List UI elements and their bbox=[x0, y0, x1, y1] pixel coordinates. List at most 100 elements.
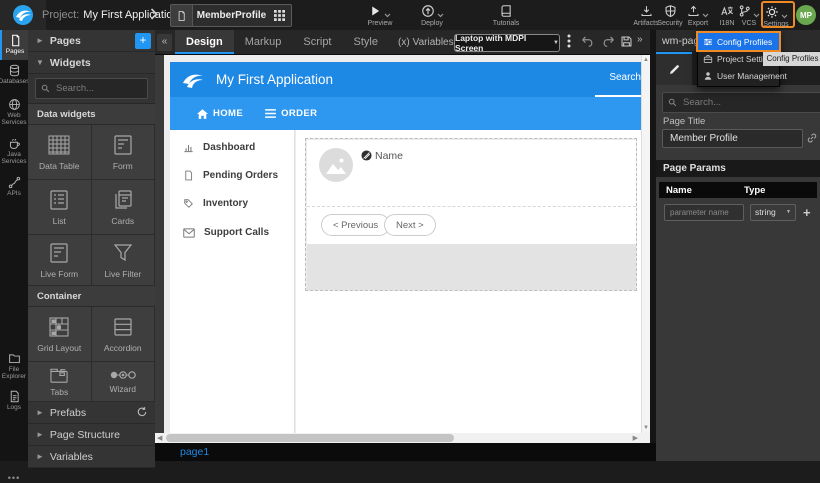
pages-section-header[interactable]: ► Pages + bbox=[28, 30, 155, 52]
name-field-label[interactable]: Name bbox=[375, 150, 403, 162]
list-widget[interactable]: Name < Previous Next > bbox=[305, 138, 637, 291]
collapse-panel-button[interactable]: « bbox=[157, 34, 172, 51]
menu-item-inventory[interactable]: Inventory bbox=[183, 198, 248, 209]
redo-icon[interactable] bbox=[602, 35, 616, 48]
tutorials-button[interactable]: Tutorials bbox=[486, 3, 526, 27]
sidebar-item-file-explorer[interactable]: File Explorer bbox=[0, 352, 28, 380]
widget-wizard[interactable]: Wizard bbox=[92, 362, 156, 402]
chevron-right-icon: ► bbox=[36, 430, 44, 439]
page-selector[interactable]: MemberProfile bbox=[170, 4, 292, 27]
hamburger-icon bbox=[265, 109, 276, 118]
undo-icon[interactable] bbox=[580, 35, 594, 48]
sidebar-item-logs[interactable]: Logs bbox=[0, 390, 28, 411]
shield-icon bbox=[664, 4, 677, 18]
canvas-horizontal-scrollbar[interactable]: ◀ ▶ bbox=[155, 433, 650, 443]
preview-label: Preview bbox=[368, 20, 393, 27]
menu-item-dashboard[interactable]: Dashboard bbox=[183, 142, 255, 153]
widget-group-title: Container bbox=[28, 286, 155, 307]
chevron-down-icon[interactable] bbox=[781, 14, 788, 19]
wavemaker-logo[interactable] bbox=[0, 0, 46, 30]
search-icon bbox=[668, 98, 677, 107]
tab-script[interactable]: Script bbox=[292, 30, 342, 54]
expand-panel-button[interactable]: » bbox=[637, 34, 643, 45]
chevron-right-icon: ► bbox=[36, 452, 44, 461]
page-title-input[interactable] bbox=[662, 129, 803, 148]
wavemaker-logo-icon bbox=[12, 4, 34, 26]
scroll-up-icon[interactable]: ▲ bbox=[643, 57, 649, 63]
image-placeholder[interactable] bbox=[319, 148, 353, 182]
app-search-link[interactable]: Search bbox=[609, 72, 641, 83]
book-icon bbox=[500, 4, 513, 18]
widgets-section-header[interactable]: ▼ Widgets bbox=[28, 52, 155, 74]
refresh-icon[interactable] bbox=[136, 406, 148, 418]
caret-down-icon: ▼ bbox=[553, 40, 559, 46]
save-icon[interactable] bbox=[620, 35, 633, 48]
widget-live-filter[interactable]: Live Filter bbox=[92, 235, 156, 286]
previous-button[interactable]: < Previous bbox=[321, 214, 390, 236]
scrollbar-thumb[interactable] bbox=[166, 434, 454, 442]
picture-icon bbox=[325, 156, 347, 174]
kebab-menu-icon[interactable] bbox=[567, 33, 571, 49]
chevron-down-icon: ▼ bbox=[36, 58, 44, 67]
nav-order[interactable]: ORDER bbox=[265, 108, 317, 119]
add-param-button[interactable]: + bbox=[803, 205, 811, 220]
app-navbar: HOME ORDER bbox=[170, 97, 641, 130]
page-selector-label: MemberProfile bbox=[193, 10, 270, 21]
list-item[interactable]: Name bbox=[307, 140, 636, 207]
page-params-section-header[interactable]: Page Params bbox=[656, 160, 820, 177]
widget-tabs[interactable]: Tabs bbox=[28, 362, 92, 402]
search-icon bbox=[41, 84, 50, 93]
variables-section-header[interactable]: ► Variables bbox=[28, 446, 155, 468]
widget-accordion[interactable]: Accordion bbox=[92, 307, 156, 362]
bind-property-icon[interactable] bbox=[806, 132, 818, 144]
settings-button[interactable]: Settings bbox=[761, 4, 791, 28]
chevron-down-icon[interactable] bbox=[753, 13, 760, 18]
properties-search-input[interactable] bbox=[681, 96, 819, 109]
vcs-label: VCS bbox=[742, 20, 756, 27]
menu-item-config-profiles[interactable]: Config Profiles bbox=[698, 33, 779, 50]
widget-live-form[interactable]: Live Form bbox=[28, 235, 92, 286]
prefabs-section-header[interactable]: ► Prefabs bbox=[28, 402, 155, 424]
deploy-button[interactable]: Deploy bbox=[412, 3, 452, 27]
widget-cards[interactable]: Cards bbox=[92, 180, 156, 235]
sidebar-item-apis[interactable]: APIs bbox=[0, 176, 28, 197]
properties-panel: wm-page: Page Title Page Params Name Typ… bbox=[656, 30, 820, 461]
grid-icon[interactable] bbox=[270, 10, 291, 21]
widget-search-input[interactable] bbox=[54, 82, 142, 95]
properties-search bbox=[662, 92, 820, 113]
page-structure-section-header[interactable]: ► Page Structure bbox=[28, 424, 155, 446]
widget-data-table[interactable]: Data Table bbox=[28, 125, 92, 180]
device-select[interactable]: Laptop with MDPI Screen ▼ bbox=[454, 34, 560, 52]
scroll-down-icon[interactable]: ▼ bbox=[643, 425, 649, 431]
widget-list[interactable]: List bbox=[28, 180, 92, 235]
scroll-left-icon[interactable]: ◀ bbox=[157, 434, 162, 443]
sidebar-item-web-services[interactable]: Web Services bbox=[0, 98, 28, 126]
next-button[interactable]: Next > bbox=[384, 214, 436, 236]
tab-design[interactable]: Design bbox=[175, 30, 234, 54]
nav-home[interactable]: HOME bbox=[197, 108, 243, 119]
param-type-select[interactable]: string ▼ bbox=[750, 204, 796, 221]
chevron-down-icon[interactable] bbox=[437, 13, 444, 18]
tab-markup[interactable]: Markup bbox=[234, 30, 293, 54]
more-options-icon[interactable]: ••• bbox=[0, 473, 28, 483]
tab-style[interactable]: Style bbox=[343, 30, 389, 54]
param-name-input[interactable] bbox=[664, 204, 744, 221]
menu-item-support-calls[interactable]: Support Calls bbox=[183, 227, 269, 238]
page-tab[interactable]: page1 bbox=[180, 446, 209, 458]
menu-item-pending-orders[interactable]: Pending Orders bbox=[183, 170, 278, 181]
sidebar-item-pages[interactable]: Pages bbox=[0, 30, 28, 60]
sidebar-item-java-services[interactable]: Java Services bbox=[0, 137, 28, 165]
widget-form[interactable]: Form bbox=[92, 125, 156, 180]
scroll-right-icon[interactable]: ▶ bbox=[633, 434, 638, 443]
preview-button[interactable]: Preview bbox=[360, 3, 400, 27]
log-icon bbox=[8, 390, 21, 403]
tab-edit[interactable] bbox=[656, 52, 692, 85]
chevron-down-icon[interactable] bbox=[384, 13, 391, 18]
sidebar-item-databases[interactable]: Databases bbox=[0, 64, 28, 85]
canvas-vertical-scrollbar[interactable]: ▲ ▼ bbox=[641, 55, 650, 433]
widget-grid-layout[interactable]: Grid Layout bbox=[28, 307, 92, 362]
data-table-icon bbox=[47, 134, 71, 156]
menu-item-user-management[interactable]: User Management bbox=[698, 67, 779, 84]
user-avatar[interactable]: MP bbox=[796, 5, 816, 25]
add-page-button[interactable]: + bbox=[135, 33, 151, 49]
